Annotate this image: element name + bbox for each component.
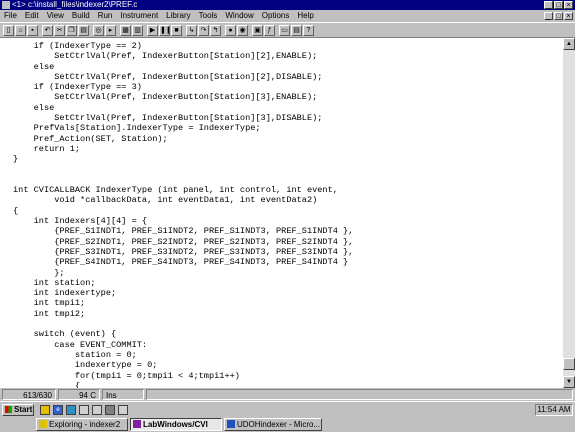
desktop-icon[interactable] <box>105 405 115 415</box>
window-icon[interactable]: ▭ <box>279 25 290 36</box>
menu-options[interactable]: Options <box>258 10 294 22</box>
step-out-icon[interactable]: ↰ <box>210 25 221 36</box>
menu-view[interactable]: View <box>43 10 68 22</box>
undo-icon[interactable]: ↶ <box>42 25 53 36</box>
status-message <box>146 389 573 400</box>
window-title: <1> c:\install_files\indexer2\PREF.c <box>12 0 138 9</box>
find-next-icon[interactable]: ▸ <box>105 25 116 36</box>
labwindows-icon <box>133 420 141 428</box>
word-icon <box>227 420 235 428</box>
quick-launch-bar: Start e 11:54 AM <box>0 401 575 418</box>
help-icon[interactable]: ? <box>303 25 314 36</box>
function-panel-icon[interactable]: ƒ <box>264 25 275 36</box>
project-icon[interactable]: ▤ <box>291 25 302 36</box>
source-code[interactable]: if (IndexerType == 2) SetCtrlVal(Pref, I… <box>0 38 563 388</box>
pause-icon[interactable]: ❚❚ <box>159 25 170 36</box>
folder-icon[interactable] <box>40 405 50 415</box>
compile-icon[interactable]: ▦ <box>120 25 131 36</box>
toolbar: ▯ ⌂ ▪ ↶ ✂ ❐ ▤ ◎ ▸ ▦ ▥ ▶ ❚❚ ■ ↳ ↷ ↰ ● ◉ ▣… <box>0 22 575 38</box>
doc-close-button[interactable]: × <box>564 12 573 20</box>
menu-build[interactable]: Build <box>68 10 94 22</box>
start-button[interactable]: Start <box>2 404 34 416</box>
maximize-button[interactable]: □ <box>554 1 563 9</box>
doc-restore-button[interactable]: □ <box>554 12 563 20</box>
doc-minimize-button[interactable]: _ <box>544 12 553 20</box>
start-label: Start <box>14 405 33 414</box>
run-icon[interactable]: ▶ <box>147 25 158 36</box>
close-button[interactable]: × <box>564 1 573 9</box>
task-exploring[interactable]: Exploring - indexer2 <box>36 418 128 431</box>
task-label: UDOHindexer - Micro... <box>237 420 321 429</box>
menu-tools[interactable]: Tools <box>195 10 222 22</box>
line-indicator: 613/630 <box>2 389 56 400</box>
status-bar: 613/630 94 C Ins <box>0 388 575 401</box>
menu-library[interactable]: Library <box>162 10 194 22</box>
menu-bar: File Edit View Build Run Instrument Library Too… <box>0 10 575 22</box>
taskbar: Exploring - indexer2 LabWindows/CVI UDOH… <box>0 417 575 432</box>
column-indicator: 94 C <box>58 389 100 400</box>
scroll-down-icon[interactable]: ▼ <box>563 376 575 388</box>
menu-run[interactable]: Run <box>94 10 117 22</box>
app-icon <box>2 1 10 9</box>
watch-icon[interactable]: ◉ <box>237 25 248 36</box>
scroll-up-icon[interactable]: ▲ <box>563 38 575 50</box>
system-clock[interactable]: 11:54 AM <box>535 404 573 416</box>
open-file-icon[interactable]: ⌂ <box>15 25 26 36</box>
find-icon[interactable]: ◎ <box>93 25 104 36</box>
network-icon[interactable] <box>66 405 76 415</box>
window-controls: _ □ × <box>543 0 573 10</box>
menu-help[interactable]: Help <box>293 10 317 22</box>
scroll-thumb[interactable] <box>563 358 575 370</box>
step-into-icon[interactable]: ↳ <box>186 25 197 36</box>
menu-window[interactable]: Window <box>221 10 257 22</box>
task-label: LabWindows/CVI <box>143 420 208 429</box>
document-icon[interactable] <box>79 405 89 415</box>
insert-mode-indicator: Ins <box>102 389 144 400</box>
explorer-icon <box>39 420 47 428</box>
new-file-icon[interactable]: ▯ <box>3 25 14 36</box>
breakpoint-icon[interactable]: ● <box>225 25 236 36</box>
panel-icon[interactable]: ▣ <box>252 25 263 36</box>
menu-file[interactable]: File <box>0 10 21 22</box>
stop-icon[interactable]: ■ <box>171 25 182 36</box>
cut-icon[interactable]: ✂ <box>54 25 65 36</box>
menu-instrument[interactable]: Instrument <box>116 10 162 22</box>
notepad-icon[interactable] <box>118 405 128 415</box>
step-over-icon[interactable]: ↷ <box>198 25 209 36</box>
task-labwindows[interactable]: LabWindows/CVI <box>130 418 222 431</box>
minimize-button[interactable]: _ <box>544 1 553 9</box>
copy-icon[interactable]: ❐ <box>66 25 77 36</box>
title-bar[interactable]: <1> c:\install_files\indexer2\PREF.c _ □ × <box>0 0 575 10</box>
build-icon[interactable]: ▥ <box>132 25 143 36</box>
code-editor[interactable]: if (IndexerType == 2) SetCtrlVal(Pref, I… <box>0 38 563 388</box>
save-icon[interactable]: ▪ <box>27 25 38 36</box>
windows-logo-icon <box>5 406 12 413</box>
calculator-icon[interactable] <box>92 405 102 415</box>
paste-icon[interactable]: ▤ <box>78 25 89 36</box>
task-word[interactable]: UDOHindexer - Micro... <box>224 418 322 431</box>
vertical-scrollbar[interactable]: ▲ ▼ <box>563 38 575 388</box>
task-label: Exploring - indexer2 <box>49 420 121 429</box>
internet-explorer-icon[interactable]: e <box>53 405 63 415</box>
menu-edit[interactable]: Edit <box>21 10 43 22</box>
